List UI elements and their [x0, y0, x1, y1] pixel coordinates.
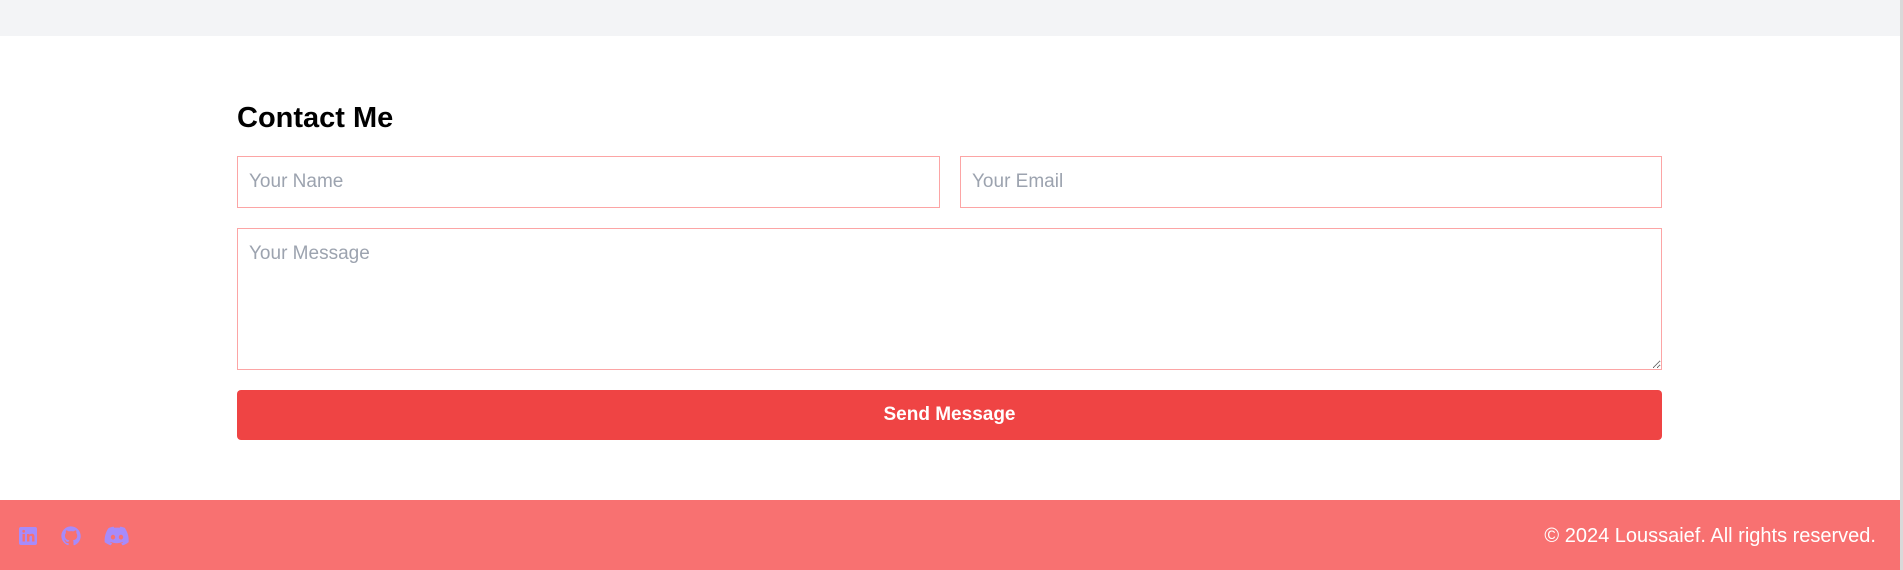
footer: © 2024 Loussaief. All rights reserved. [0, 500, 1900, 570]
name-input[interactable] [237, 156, 940, 208]
email-input[interactable] [960, 156, 1662, 208]
linkedin-link[interactable] [18, 525, 38, 547]
top-band [0, 0, 1900, 36]
page: Contact Me Send Message [0, 0, 1903, 570]
discord-link[interactable] [104, 525, 130, 547]
main-content: Contact Me Send Message [0, 0, 1900, 570]
github-icon [61, 526, 81, 546]
contact-section: Contact Me Send Message [237, 96, 1662, 440]
github-link[interactable] [60, 525, 82, 547]
discord-icon [104, 526, 129, 546]
social-links [18, 525, 152, 547]
contact-fields-row [237, 156, 1662, 208]
send-message-button[interactable]: Send Message [237, 390, 1662, 440]
contact-title: Contact Me [237, 102, 394, 134]
copyright-text: © 2024 Loussaief. All rights reserved. [1544, 525, 1876, 547]
message-textarea[interactable] [237, 228, 1662, 370]
linkedin-icon [19, 527, 37, 545]
